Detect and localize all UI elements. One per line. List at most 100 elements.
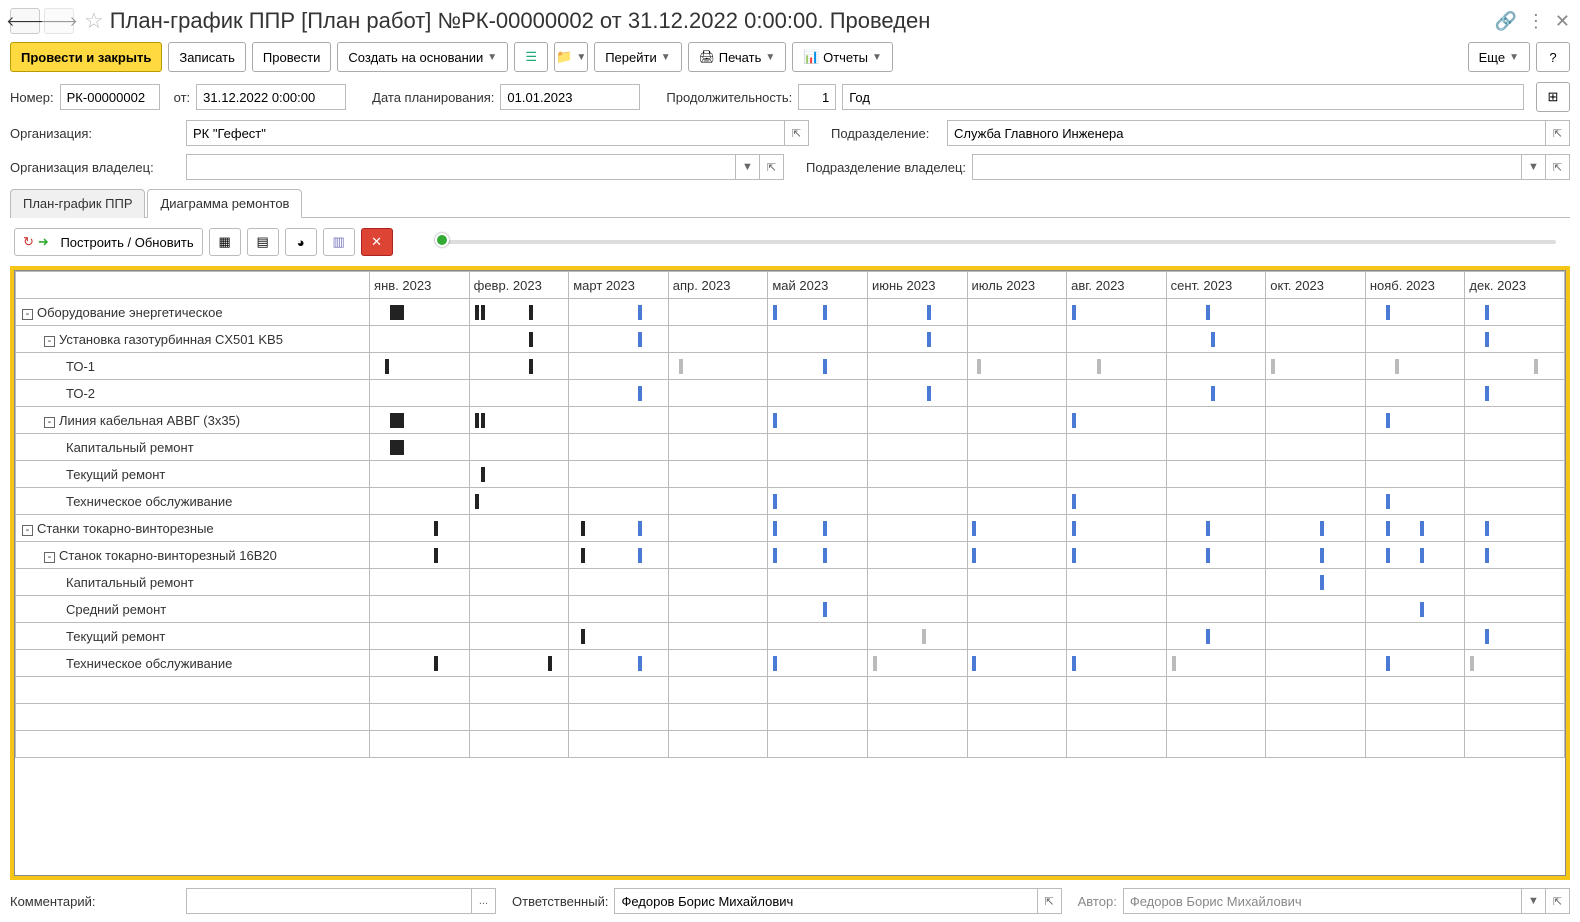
gantt-bar[interactable]	[638, 656, 642, 671]
gantt-bar[interactable]	[385, 359, 389, 374]
gantt-bar[interactable]	[1211, 332, 1215, 347]
gantt-bar[interactable]	[773, 413, 777, 428]
gantt-bar[interactable]	[1420, 548, 1424, 563]
gantt-bar[interactable]	[773, 548, 777, 563]
gantt-row[interactable]: -Оборудование энергетическое	[16, 299, 1565, 326]
gantt-bar[interactable]	[1470, 656, 1474, 671]
gantt-bar[interactable]	[972, 521, 976, 536]
gantt-bar[interactable]	[1072, 305, 1076, 320]
view-toggle1-button[interactable]: ▦	[209, 228, 241, 256]
org-input[interactable]	[186, 120, 785, 146]
gantt-row[interactable]: Средний ремонт	[16, 596, 1565, 623]
goto-button[interactable]: Перейти▼	[594, 42, 681, 72]
gantt-bar[interactable]	[927, 386, 931, 401]
gantt-row[interactable]: Капитальный ремонт	[16, 569, 1565, 596]
gantt-bar[interactable]	[1320, 521, 1324, 536]
post-and-close-button[interactable]: Провести и закрыть	[10, 42, 162, 72]
tab-diagram[interactable]: Диаграмма ремонтов	[147, 189, 302, 218]
org-owner-open-button[interactable]: ⇱	[760, 154, 784, 180]
folder-icon-button[interactable]: 📁▼	[554, 42, 588, 72]
gantt-bar[interactable]	[1485, 386, 1489, 401]
gantt-bar[interactable]	[434, 548, 438, 563]
gantt-row[interactable]: -Линия кабельная АВВГ (3x35)	[16, 407, 1565, 434]
date-input[interactable]	[196, 84, 346, 110]
gantt-bar[interactable]	[638, 386, 642, 401]
gantt-bar[interactable]	[1206, 629, 1210, 644]
gantt-bar[interactable]	[638, 521, 642, 536]
tab-plan[interactable]: План-график ППР	[10, 189, 145, 218]
org-owner-select-button[interactable]: ▼	[736, 154, 760, 180]
gantt-bar[interactable]	[1072, 521, 1076, 536]
table-button[interactable]: ▥	[323, 228, 355, 256]
color-legend-button[interactable]: ◕	[285, 228, 317, 256]
gantt-bar[interactable]	[581, 629, 585, 644]
gantt-row[interactable]: ТО-2	[16, 380, 1565, 407]
gantt-bar[interactable]	[1072, 656, 1076, 671]
dept-owner-select-button[interactable]: ▼	[1522, 154, 1546, 180]
gantt-bar[interactable]	[1206, 521, 1210, 536]
gantt-bar[interactable]	[1485, 332, 1489, 347]
gantt-bar[interactable]	[475, 305, 479, 320]
gantt-bar[interactable]	[1485, 548, 1489, 563]
gantt-bar[interactable]	[1172, 656, 1176, 671]
gantt-row[interactable]: Текущий ремонт	[16, 461, 1565, 488]
gantt-bar[interactable]	[1386, 656, 1390, 671]
gantt-bar[interactable]	[390, 413, 404, 428]
more-button[interactable]: Еще▼	[1468, 42, 1530, 72]
tree-collapse-icon[interactable]: -	[44, 552, 55, 563]
gantt-bar[interactable]	[390, 440, 404, 455]
gantt-bar[interactable]	[773, 494, 777, 509]
gantt-bar[interactable]	[1072, 494, 1076, 509]
responsible-input[interactable]	[614, 888, 1037, 914]
nav-forward-button[interactable]: 🡒	[44, 8, 74, 34]
gantt-bar[interactable]	[1386, 305, 1390, 320]
gantt-bar[interactable]	[475, 494, 479, 509]
gantt-bar[interactable]	[927, 332, 931, 347]
rebuild-button[interactable]: ↻ Построить / Обновить	[14, 228, 203, 256]
gantt-bar[interactable]	[1271, 359, 1275, 374]
gantt-row[interactable]: Техническое обслуживание	[16, 488, 1565, 515]
gantt-bar[interactable]	[679, 359, 683, 374]
gantt-bar[interactable]	[977, 359, 981, 374]
gantt-row[interactable]: -Станок токарно-винторезный 16В20	[16, 542, 1565, 569]
gantt-bar[interactable]	[1386, 413, 1390, 428]
gantt-bar[interactable]	[1206, 548, 1210, 563]
calc-button[interactable]: ⊞	[1536, 82, 1570, 112]
duration-unit-input[interactable]	[842, 84, 1524, 110]
gantt-bar[interactable]	[823, 602, 827, 617]
dept-owner-open-button[interactable]: ⇱	[1546, 154, 1570, 180]
gantt-bar[interactable]	[1206, 305, 1210, 320]
tree-collapse-icon[interactable]: -	[22, 525, 33, 536]
gantt-row[interactable]: -Станки токарно-винторезные	[16, 515, 1565, 542]
responsible-open-button[interactable]: ⇱	[1038, 888, 1062, 914]
gantt-bar[interactable]	[581, 521, 585, 536]
gantt-bar[interactable]	[1320, 575, 1324, 590]
gantt-bar[interactable]	[823, 521, 827, 536]
gantt-bar[interactable]	[475, 413, 479, 428]
author-select-button[interactable]: ▼	[1522, 888, 1546, 914]
gantt-bar[interactable]	[529, 332, 533, 347]
tree-collapse-icon[interactable]: -	[44, 417, 55, 428]
gantt-bar[interactable]	[548, 656, 552, 671]
gantt-bar[interactable]	[1420, 521, 1424, 536]
close-icon[interactable]: ✕	[1555, 11, 1570, 32]
comment-input[interactable]	[186, 888, 472, 914]
help-button[interactable]: ?	[1536, 42, 1570, 72]
gantt-bar[interactable]	[529, 305, 533, 320]
dept-owner-input[interactable]	[972, 154, 1522, 180]
gantt-bar[interactable]	[581, 548, 585, 563]
reports-button[interactable]: 📊 Отчеты▼	[792, 42, 893, 72]
gantt-bar[interactable]	[773, 521, 777, 536]
slider-handle[interactable]	[435, 233, 449, 247]
comment-expand-button[interactable]: ...	[472, 888, 496, 914]
gantt-bar[interactable]	[529, 359, 533, 374]
gantt-bar[interactable]	[823, 359, 827, 374]
gantt-bar[interactable]	[390, 305, 404, 320]
dept-open-button[interactable]: ⇱	[1546, 120, 1570, 146]
gantt-bar[interactable]	[922, 629, 926, 644]
gantt-bar[interactable]	[773, 305, 777, 320]
gantt-bar[interactable]	[638, 305, 642, 320]
gantt-bar[interactable]	[823, 548, 827, 563]
gantt-bar[interactable]	[823, 305, 827, 320]
author-open-button[interactable]: ⇱	[1546, 888, 1570, 914]
